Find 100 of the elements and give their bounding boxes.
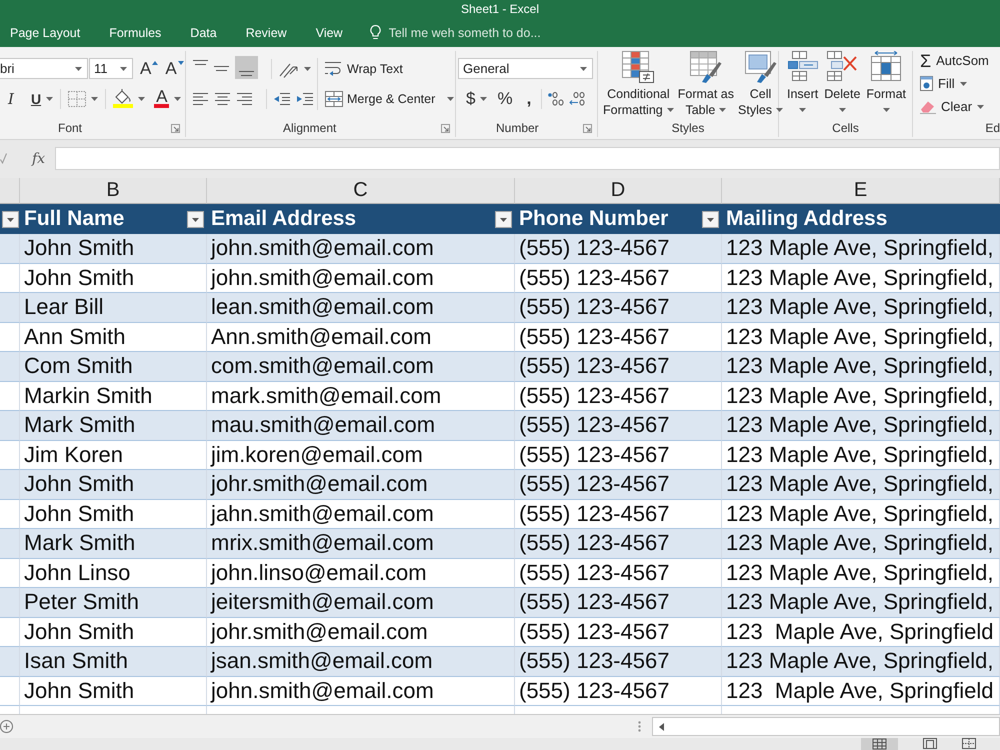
align-top-icon[interactable] <box>193 60 208 65</box>
formula-input[interactable] <box>55 147 1000 170</box>
align-left-icon[interactable] <box>193 92 208 104</box>
table-cell: 123 Maple Ave, Springfield, <box>722 352 1000 382</box>
fill-button[interactable]: Fill <box>918 74 1000 93</box>
column-header[interactable]: B <box>20 178 207 204</box>
table-cell: 123 Maple Ave, Springfield, <box>722 558 1000 588</box>
ribbon-tab[interactable]: Review <box>236 18 297 47</box>
clear-button[interactable]: Clear <box>918 97 1000 116</box>
wrap-text-button[interactable]: Wrap Text <box>323 58 456 79</box>
delete-button[interactable]: Delete <box>821 51 864 112</box>
number-format-field[interactable]: General <box>458 58 593 79</box>
table-cell: (555) 123-4567 <box>515 382 722 411</box>
table-cell: jim.koren@email.com <box>207 440 515 470</box>
table-cell: (555) 123-4567 <box>515 411 722 440</box>
table-cell: 123 Maple Ave, Springfield, <box>722 647 1000 676</box>
ribbon-tab[interactable]: View <box>306 18 353 47</box>
ribbon-tab[interactable]: Formules <box>99 18 172 47</box>
column-header[interactable]: D <box>515 178 722 204</box>
vertical-dots-icon[interactable] <box>638 721 641 732</box>
align-middle-icon[interactable] <box>214 66 229 71</box>
filter-dropdown-icon[interactable] <box>187 210 204 228</box>
filter-dropdown-icon[interactable] <box>495 210 512 228</box>
table-cell: (555) 123-4567 <box>515 352 722 382</box>
table-cell: 123 Maple Ave, Springfield, <box>722 293 1000 322</box>
scroll-left-icon[interactable] <box>659 722 664 730</box>
align-center-icon[interactable] <box>215 92 230 104</box>
grow-font-button[interactable]: A <box>140 60 158 78</box>
table-cell: (555) 123-4567 <box>515 470 722 500</box>
font-size-field[interactable]: 11 <box>89 58 133 79</box>
dialog-launcher-icon[interactable] <box>171 124 180 132</box>
dialog-launcher-icon[interactable] <box>441 124 450 132</box>
page-layout-view-icon[interactable] <box>923 738 937 749</box>
column-header[interactable]: C <box>207 178 515 204</box>
increase-indent-icon[interactable] <box>297 92 313 104</box>
eraser-icon <box>920 100 936 114</box>
table-cell: (555) 123-4567 <box>515 558 722 588</box>
row-stub-cell <box>0 470 20 500</box>
row-stub-cell <box>0 529 20 558</box>
check-icon[interactable] <box>0 153 7 164</box>
caret-icon <box>666 108 674 112</box>
insert-function-button[interactable]: fx <box>22 147 55 170</box>
ribbon-tab[interactable]: Data <box>180 18 227 47</box>
table-cell: jahn.smith@email.com <box>207 500 515 529</box>
tell-me-field[interactable]: Tell me weh someth to do... <box>388 26 564 40</box>
normal-view-icon[interactable] <box>861 738 898 750</box>
caret-icon <box>480 96 488 100</box>
align-bottom-icon[interactable] <box>235 56 258 79</box>
table-cell: 123 Maple Ave, Springfield, <box>722 264 1000 293</box>
paint-bucket-icon[interactable] <box>113 89 134 108</box>
column-header[interactable]: E <box>722 178 1000 204</box>
ribbon-tab[interactable]: Page Layout <box>0 18 90 47</box>
row-stub-cell <box>0 352 20 382</box>
format-as-table-button[interactable]: Format as Table <box>676 51 736 118</box>
borders-icon[interactable] <box>68 90 86 106</box>
table-cell: mrix.smith@email.com <box>207 529 515 558</box>
up-triangle-icon <box>152 60 158 64</box>
format-button[interactable]: Format <box>863 51 909 112</box>
table-cell: Isan Smith <box>20 647 207 676</box>
italic-button[interactable]: I <box>8 90 14 108</box>
filter-dropdown-icon[interactable] <box>702 210 719 228</box>
format-cells-icon <box>871 51 902 81</box>
percent-button[interactable]: % <box>497 88 513 108</box>
table-cell: (555) 123-4567 <box>515 647 722 676</box>
autosum-button[interactable]: Σ AutcSom <box>918 51 1000 70</box>
caret-icon <box>799 108 806 112</box>
column-heading: Phone Number <box>519 207 668 231</box>
caret-icon <box>120 66 127 70</box>
conditional-formatting-button[interactable]: Conditional Formatting <box>601 51 676 118</box>
caret-icon <box>838 108 846 112</box>
shrink-font-button[interactable]: A <box>165 60 184 78</box>
font-color-button[interactable]: A <box>154 89 170 108</box>
currency-button[interactable]: $ <box>466 88 476 108</box>
table-cell: 123 Maple Ave, Springfield, <box>722 588 1000 618</box>
lightbulb-icon <box>370 25 381 40</box>
insert-button[interactable]: Insert <box>784 51 822 112</box>
font-name-field[interactable]: bri <box>0 58 88 79</box>
caret-icon <box>304 66 311 70</box>
comma-button[interactable]: , <box>526 88 532 108</box>
underline-button[interactable]: U <box>30 90 42 106</box>
decrease-indent-icon[interactable] <box>274 92 290 104</box>
page-break-view-icon[interactable] <box>962 738 976 749</box>
decrease-decimal-icon[interactable] <box>569 92 586 106</box>
table-cell: (555) 123-4567 <box>515 588 722 618</box>
table-cell: Com Smith <box>20 352 207 382</box>
dialog-launcher-icon[interactable] <box>583 124 592 132</box>
insert-cells-icon <box>788 51 818 81</box>
plus-circle-icon[interactable] <box>0 720 13 733</box>
cell-styles-button[interactable]: Cell Styles <box>736 51 786 118</box>
wrap-text-icon <box>325 60 343 76</box>
table-cell: John Smith <box>20 676 207 706</box>
merge-center-button[interactable]: Merge & Center <box>323 88 456 109</box>
align-right-icon[interactable] <box>237 92 252 104</box>
table-cell: johr.smith@email.com <box>207 618 515 647</box>
table-cell: lean.smith@email.com <box>207 293 515 322</box>
caret-icon <box>174 96 182 100</box>
horizontal-scrollbar[interactable] <box>652 717 1000 736</box>
table-cell: john.linso@email.com <box>207 558 515 588</box>
increase-decimal-icon[interactable] <box>548 92 564 106</box>
filter-dropdown-icon[interactable] <box>2 210 19 228</box>
